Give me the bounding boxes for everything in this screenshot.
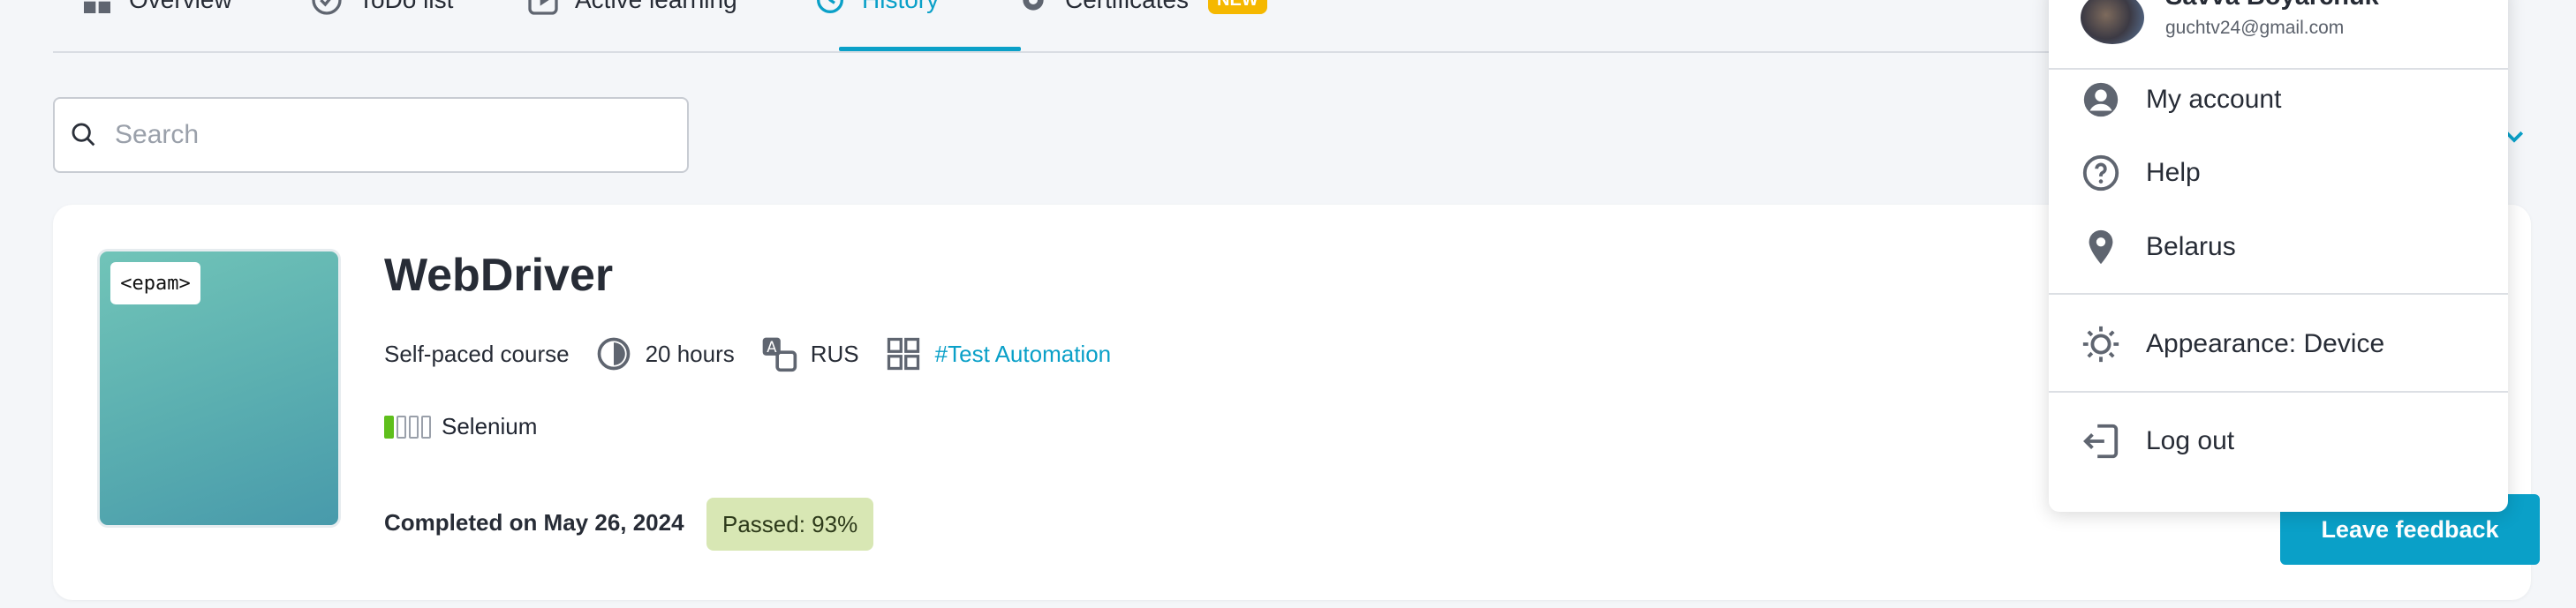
translate-icon: A: [762, 337, 797, 372]
search-icon: [72, 123, 95, 146]
user-info: Savva Boyarchuk guchtv24@gmail.com: [2049, 0, 2508, 68]
new-badge: NEW: [1208, 0, 1267, 14]
avatar: [2081, 0, 2144, 44]
course-duration-label: 20 hours: [645, 340, 735, 367]
tab-todo[interactable]: ToDo list: [309, 0, 453, 16]
menu-item-help-label: Help: [2146, 158, 2201, 187]
completion-date: Completed on May 26, 2024: [384, 509, 684, 536]
level-bar: [384, 415, 394, 439]
course-meta: Self-paced course 20 hours A RUS #Test A…: [384, 333, 1136, 375]
menu-item-country-label: Belarus: [2146, 232, 2236, 261]
course-thumbnail[interactable]: <epam>: [97, 249, 341, 528]
user-circle-icon: [2083, 82, 2119, 117]
course-language: A RUS: [759, 334, 859, 373]
tab-history-label: History: [862, 0, 939, 14]
course-type-label: Self-paced course: [384, 340, 570, 367]
tab-certificates[interactable]: Certificates NEW: [1016, 0, 1267, 16]
user-email: guchtv24@gmail.com: [2165, 18, 2345, 38]
menu-item-country[interactable]: Belarus: [2081, 221, 2469, 274]
grid-icon: [84, 1, 110, 13]
search-box[interactable]: [53, 97, 689, 173]
course-tag-link[interactable]: #Test Automation: [935, 341, 1111, 368]
history-icon: [817, 0, 843, 13]
epam-logo: <epam>: [110, 262, 200, 304]
course-language-label: RUS: [810, 340, 859, 367]
tab-certificates-label: Certificates: [1065, 0, 1189, 14]
user-name: Savva Boyarchuk: [2165, 0, 2379, 11]
menu-item-appearance-label: Appearance: Device: [2146, 329, 2385, 358]
course-type: Self-paced course: [384, 341, 570, 368]
logout-icon: [2083, 424, 2119, 459]
passed-badge: Passed: 93%: [706, 498, 874, 551]
clock-icon: [597, 337, 630, 371]
location-pin-icon: [2089, 229, 2113, 265]
question-circle-icon: [2082, 154, 2119, 191]
menu-item-logout[interactable]: Log out: [2081, 415, 2469, 468]
divider: [2049, 391, 2508, 393]
category-grid-icon: [887, 337, 919, 371]
check-circle-icon: [312, 0, 342, 15]
menu-item-my-account-label: My account: [2146, 85, 2282, 114]
level-bar: [409, 415, 419, 439]
account-dropdown: Savva Boyarchuk guchtv24@gmail.com My ac…: [2049, 0, 2508, 512]
svg-text:A: A: [767, 339, 777, 356]
divider: [2049, 68, 2508, 70]
tab-active-learning-label: Active learning: [575, 0, 737, 14]
course-title[interactable]: WebDriver: [384, 249, 613, 302]
skill-row: Selenium: [384, 413, 537, 440]
search-input[interactable]: [115, 120, 645, 150]
active-tab-indicator: [839, 47, 1021, 51]
course-duration: 20 hours: [594, 334, 735, 373]
skill-label: Selenium: [442, 413, 538, 439]
tab-active-learning[interactable]: Active learning: [525, 0, 737, 16]
tab-overview[interactable]: Overview: [79, 0, 232, 16]
tab-overview-label: Overview: [129, 0, 232, 14]
course-tag[interactable]: #Test Automation: [884, 334, 1111, 373]
level-bar: [397, 415, 406, 439]
tab-todo-label: ToDo list: [359, 0, 453, 14]
divider: [2049, 293, 2508, 295]
level-bar: [421, 415, 431, 439]
tab-history[interactable]: History: [812, 0, 939, 16]
gear-icon: [1023, 0, 1044, 11]
menu-item-appearance[interactable]: Appearance: Device: [2081, 318, 2469, 371]
sun-icon: [2082, 326, 2119, 363]
skill-level-indicator: [384, 415, 431, 439]
play-square-icon: [528, 0, 558, 15]
menu-item-my-account[interactable]: My account: [2081, 73, 2469, 126]
menu-item-logout-label: Log out: [2146, 426, 2235, 455]
menu-item-help[interactable]: Help: [2081, 146, 2469, 199]
